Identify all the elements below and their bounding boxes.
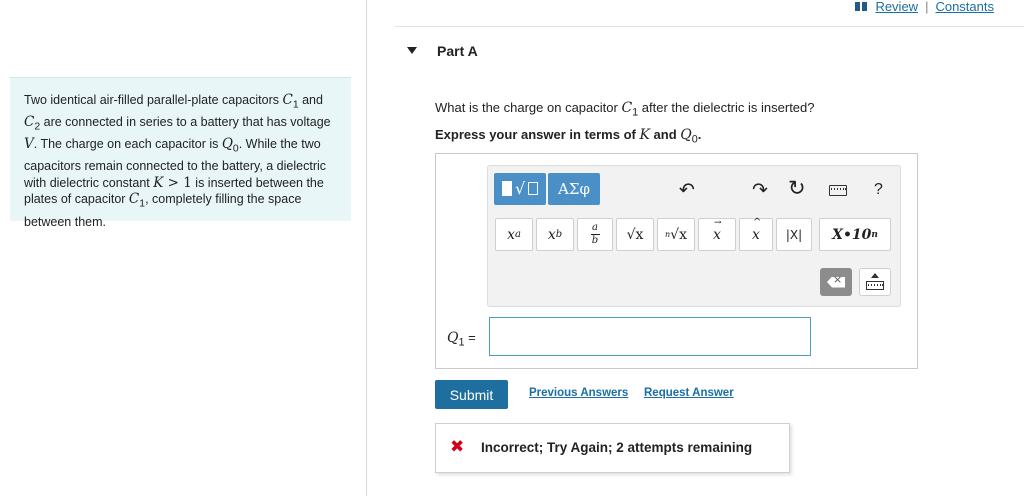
request-answer-link[interactable]: Request Answer (644, 387, 734, 399)
link-separator: | (925, 0, 929, 14)
absolute-value-button[interactable]: |X| (776, 218, 812, 251)
unit-vector-button[interactable]: ^ x (739, 217, 773, 251)
undo-icon[interactable]: ↶ (679, 180, 695, 200)
radical-icon: √ (515, 179, 526, 198)
problem-text: Two identical air-filled parallel-plate … (24, 92, 331, 229)
constants-link[interactable]: Constants (935, 0, 994, 14)
incorrect-x-icon: ✖ (450, 437, 465, 457)
subscript-button[interactable]: xb (536, 218, 574, 251)
chevron-up-icon (871, 273, 879, 278)
collapse-triangle-icon[interactable] (407, 47, 417, 54)
templates-button[interactable]: √ (494, 173, 546, 205)
book-icon (855, 2, 868, 11)
answer-instruction: Express your answer in terms of K and Q0… (435, 127, 702, 146)
redo-icon[interactable]: ↷ (752, 180, 768, 200)
answer-label: Q1 = (447, 330, 476, 349)
panel-divider (366, 0, 367, 496)
vector-button[interactable]: → x (698, 218, 736, 251)
square-root-button[interactable]: √x (616, 218, 654, 251)
submit-button[interactable]: Submit (435, 380, 508, 409)
scientific-notation-button[interactable]: X•10 n (819, 218, 891, 251)
greek-symbols-button[interactable]: ΑΣφ (548, 173, 600, 205)
keyboard-icon[interactable] (829, 185, 847, 196)
problem-statement-panel: Two identical air-filled parallel-plate … (10, 77, 351, 229)
superscript-button[interactable]: xa (495, 218, 533, 251)
feedback-box: ✖ Incorrect; Try Again; 2 attempts remai… (435, 423, 790, 473)
backspace-icon (827, 276, 845, 288)
box-icon (528, 182, 538, 195)
top-links: Review | Constants (855, 0, 994, 14)
fraction-button[interactable]: a b (577, 218, 613, 251)
feedback-message: Incorrect; Try Again; 2 attempts remaini… (481, 440, 753, 455)
part-title: Part A (437, 43, 478, 59)
nth-root-button[interactable]: n √x (657, 218, 695, 251)
top-bar: Review | Constants (395, 0, 1024, 27)
help-button[interactable]: ? (874, 181, 883, 199)
previous-answers-link[interactable]: Previous Answers (529, 387, 628, 399)
reset-icon[interactable]: ↻ (788, 178, 806, 199)
keyboard-icon (866, 281, 884, 290)
keyboard-toggle-button[interactable] (859, 268, 891, 296)
templates-icon (502, 181, 512, 196)
review-link[interactable]: Review (875, 0, 918, 14)
answer-input[interactable] (489, 317, 811, 356)
backspace-button[interactable] (820, 268, 852, 296)
question-text: What is the charge on capacitor C1 after… (435, 100, 815, 119)
